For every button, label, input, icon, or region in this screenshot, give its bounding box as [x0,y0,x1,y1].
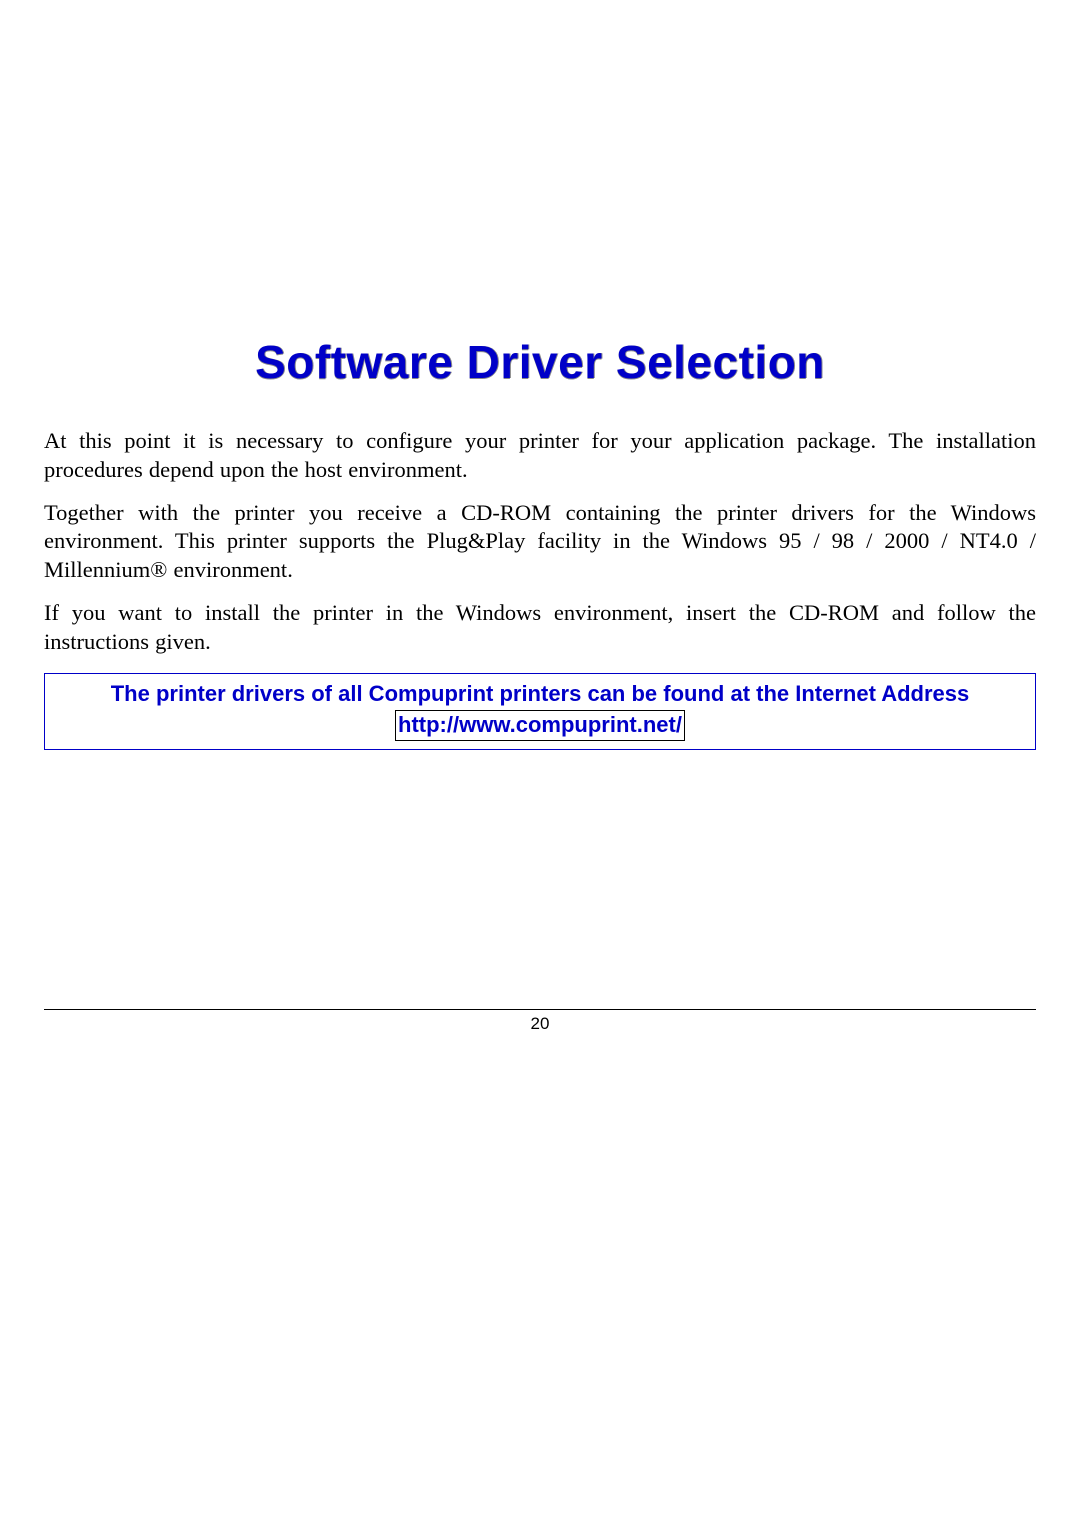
notice-box: The printer drivers of all Compuprint pr… [44,673,1036,750]
paragraph-1: At this point it is necessary to configu… [44,427,1036,485]
footer-rule [44,1009,1036,1010]
notice-link[interactable]: http://www.compuprint.net/ [395,710,685,741]
page-number: 20 [0,1014,1080,1034]
paragraph-2: Together with the printer you receive a … [44,499,1036,585]
paragraph-3: If you want to install the printer in th… [44,599,1036,657]
page-title: Software Driver Selection [44,335,1036,389]
document-page: Software Driver Selection At this point … [0,0,1080,750]
notice-text: The printer drivers of all Compuprint pr… [53,680,1027,709]
